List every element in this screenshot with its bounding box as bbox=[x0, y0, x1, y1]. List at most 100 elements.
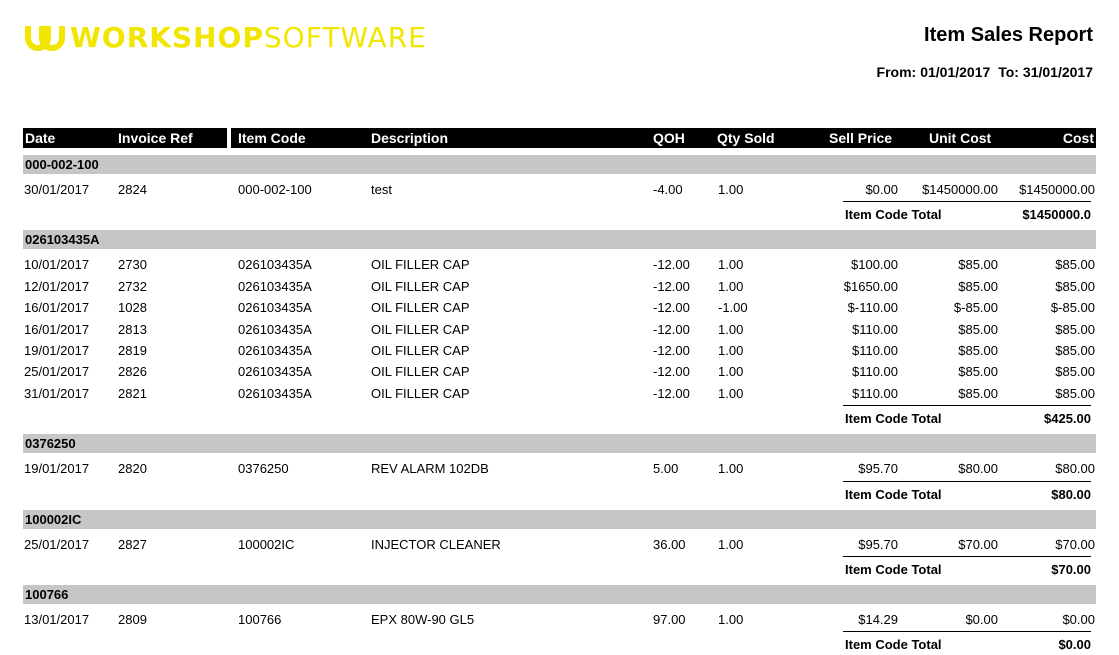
item-code-total-value: $425.00 bbox=[1044, 411, 1091, 426]
item-code-total-row: Item Code Total $1450000.0 bbox=[0, 201, 1119, 225]
cell-sell-price: $1650.00 bbox=[843, 279, 898, 294]
cell-unit-cost: $-85.00 bbox=[953, 300, 998, 315]
cell-qty-sold: 1.00 bbox=[718, 279, 744, 294]
cell-cost: $-85.00 bbox=[1050, 300, 1095, 315]
cell-sell-price: $95.70 bbox=[858, 461, 898, 476]
cell-invoice-ref: 2824 bbox=[118, 182, 147, 197]
cell-item-code: 100766 bbox=[238, 612, 282, 627]
cell-qty-sold: -1.00 bbox=[718, 300, 748, 315]
item-code-group-header: 026103435A bbox=[23, 230, 1096, 250]
cell-unit-cost: $85.00 bbox=[958, 257, 998, 272]
column-header-unit-cost: Unit Cost bbox=[929, 130, 992, 146]
cell-qoh: -12.00 bbox=[653, 279, 690, 294]
total-rule bbox=[843, 201, 1091, 202]
cell-date: 12/01/2017 bbox=[24, 279, 90, 294]
cell-invoice-ref: 2827 bbox=[118, 537, 147, 552]
cell-qty-sold: 1.00 bbox=[718, 537, 744, 552]
cell-invoice-ref: 2732 bbox=[118, 279, 147, 294]
from-date: 01/01/2017 bbox=[920, 64, 991, 80]
cell-invoice-ref: 2826 bbox=[118, 364, 147, 379]
to-date: 31/01/2017 bbox=[1022, 64, 1093, 80]
cell-qoh: -12.00 bbox=[653, 300, 690, 315]
column-header-cost: Cost bbox=[1062, 130, 1094, 146]
cell-qty-sold: 1.00 bbox=[718, 343, 744, 358]
cell-date: 16/01/2017 bbox=[24, 300, 90, 315]
cell-invoice-ref: 2809 bbox=[118, 612, 147, 627]
cell-description: OIL FILLER CAP bbox=[371, 322, 470, 337]
to-label: To: bbox=[998, 64, 1019, 80]
cell-description: OIL FILLER CAP bbox=[371, 364, 470, 379]
cell-description: INJECTOR CLEANER bbox=[371, 537, 501, 552]
item-code-total-row: Item Code Total $425.00 bbox=[0, 405, 1119, 429]
column-header-item-code: Item Code bbox=[238, 130, 306, 146]
cell-unit-cost: $80.00 bbox=[958, 461, 998, 476]
cell-cost: $85.00 bbox=[1055, 343, 1095, 358]
workshop-software-logo: WORKSHOPSOFTWARE bbox=[24, 20, 427, 54]
table-row: 13/01/2017 2809 100766 EPX 80W-90 GL5 97.00 1… bbox=[0, 610, 1119, 630]
item-code-total-label: Item Code Total bbox=[845, 562, 942, 577]
cell-description: OIL FILLER CAP bbox=[371, 343, 470, 358]
table-row: 25/01/2017 2827 100002IC INJECTOR CLEANER 36… bbox=[0, 535, 1119, 555]
cell-qoh: -12.00 bbox=[653, 386, 690, 401]
cell-invoice-ref: 2813 bbox=[118, 322, 147, 337]
cell-date: 30/01/2017 bbox=[24, 182, 90, 197]
item-code-total-value: $70.00 bbox=[1051, 562, 1091, 577]
cell-invoice-ref: 2821 bbox=[118, 386, 147, 401]
cell-unit-cost: $85.00 bbox=[958, 279, 998, 294]
total-rule bbox=[843, 556, 1091, 557]
cell-date: 13/01/2017 bbox=[24, 612, 90, 627]
column-header-qoh: QOH bbox=[653, 130, 685, 146]
cell-qty-sold: 1.00 bbox=[718, 182, 744, 197]
cell-item-code: 026103435A bbox=[238, 364, 312, 379]
cell-item-code: 026103435A bbox=[238, 343, 312, 358]
cell-unit-cost: $85.00 bbox=[958, 364, 998, 379]
cell-cost: $85.00 bbox=[1055, 386, 1095, 401]
cell-description: OIL FILLER CAP bbox=[371, 300, 470, 315]
cell-description: EPX 80W-90 GL5 bbox=[371, 612, 475, 627]
group-item-code: 100002IC bbox=[25, 511, 82, 527]
cell-item-code: 100002IC bbox=[238, 537, 295, 552]
cell-sell-price: $110.00 bbox=[851, 343, 898, 358]
cell-unit-cost: $70.00 bbox=[958, 537, 998, 552]
cell-qty-sold: 1.00 bbox=[718, 386, 744, 401]
cell-date: 10/01/2017 bbox=[24, 257, 90, 272]
cell-cost: $85.00 bbox=[1055, 364, 1095, 379]
column-header-invoice-ref: Invoice Ref bbox=[118, 130, 193, 146]
cell-date: 31/01/2017 bbox=[24, 386, 90, 401]
cell-description: OIL FILLER CAP bbox=[371, 279, 470, 294]
cell-unit-cost: $85.00 bbox=[958, 386, 998, 401]
table-row: 10/01/2017 2730 026103435A OIL FILLER CAP -1… bbox=[0, 255, 1119, 275]
cell-description: test bbox=[371, 182, 392, 197]
cell-cost: $85.00 bbox=[1055, 279, 1095, 294]
cell-cost: $70.00 bbox=[1055, 537, 1095, 552]
cell-description: OIL FILLER CAP bbox=[371, 386, 470, 401]
cell-cost: $1450000.00 bbox=[1019, 182, 1095, 197]
cell-sell-price: $14.29 bbox=[858, 612, 898, 627]
logo-wordmark: WORKSHOPSOFTWARE bbox=[70, 21, 427, 54]
cell-item-code: 026103435A bbox=[238, 322, 312, 337]
item-code-total-label: Item Code Total bbox=[845, 207, 942, 222]
cell-qty-sold: 1.00 bbox=[718, 612, 744, 627]
cell-invoice-ref: 2730 bbox=[118, 257, 147, 272]
table-row: 16/01/2017 2813 026103435A OIL FILLER CAP -1… bbox=[0, 320, 1119, 340]
logo-word-workshop: WORKSHOP bbox=[70, 20, 264, 54]
cell-unit-cost: $0.00 bbox=[965, 612, 998, 627]
item-code-total-label: Item Code Total bbox=[845, 637, 942, 652]
logo-word-software: SOFTWARE bbox=[263, 20, 427, 54]
group-item-code: 0376250 bbox=[25, 436, 76, 452]
total-rule bbox=[843, 405, 1091, 406]
cell-date: 19/01/2017 bbox=[24, 343, 90, 358]
table-row: 30/01/2017 2824 000-002-100 test -4.00 1.00 $0… bbox=[0, 180, 1119, 200]
cell-invoice-ref: 1028 bbox=[118, 300, 147, 315]
cell-qoh: 5.00 bbox=[653, 461, 679, 476]
group-item-code: 026103435A bbox=[25, 232, 100, 248]
cell-invoice-ref: 2819 bbox=[118, 343, 147, 358]
cell-item-code: 0376250 bbox=[238, 461, 289, 476]
table-row: 25/01/2017 2826 026103435A OIL FILLER CAP -1… bbox=[0, 362, 1119, 382]
cell-cost: $85.00 bbox=[1055, 322, 1095, 337]
cell-qoh: 97.00 bbox=[653, 612, 686, 627]
cell-qty-sold: 1.00 bbox=[718, 364, 744, 379]
cell-item-code: 000-002-100 bbox=[238, 182, 312, 197]
cell-sell-price: $110.00 bbox=[851, 364, 898, 379]
cell-sell-price: $-110.00 bbox=[847, 300, 898, 315]
